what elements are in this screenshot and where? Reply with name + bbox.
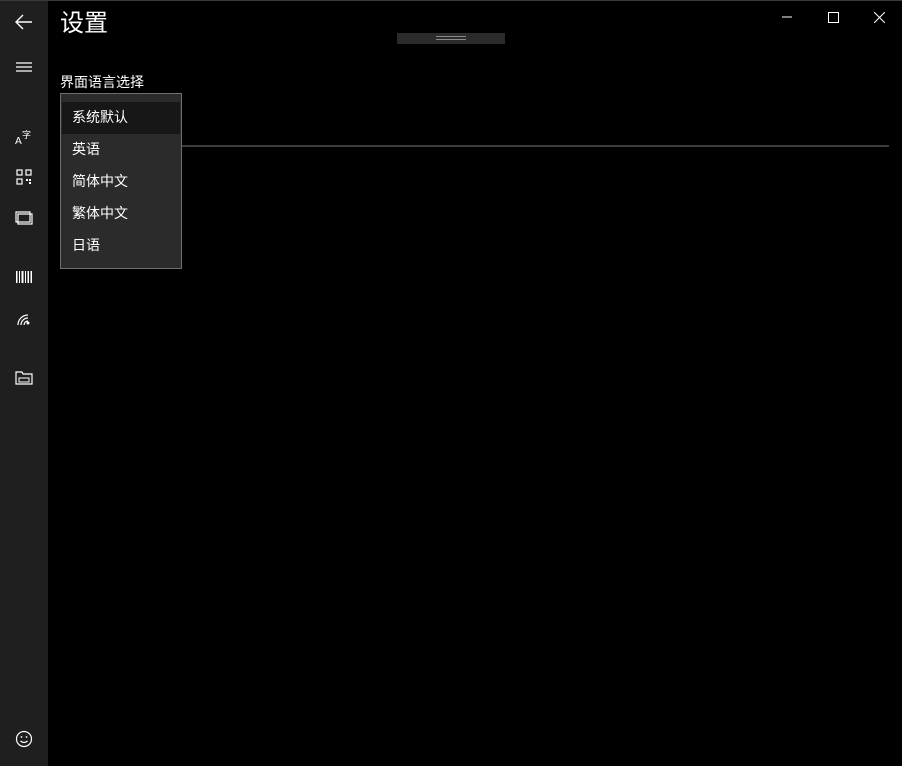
- menu-button[interactable]: [0, 47, 48, 87]
- maximize-icon: [827, 11, 839, 23]
- barcode-icon: [16, 271, 32, 283]
- minimize-button[interactable]: [764, 1, 810, 33]
- close-button[interactable]: [856, 1, 902, 33]
- nav-item-screen[interactable]: [0, 197, 48, 237]
- feedback-button[interactable]: [0, 719, 48, 759]
- minimize-icon: [782, 16, 792, 18]
- hamburger-menu-icon: [16, 62, 32, 72]
- nav-item-translate[interactable]: A 字: [0, 117, 48, 157]
- language-option-system-default[interactable]: 系统默认: [62, 102, 180, 134]
- drag-handle[interactable]: [397, 33, 505, 44]
- screen-capture-icon: [15, 211, 33, 225]
- nav-item-folder[interactable]: [0, 357, 48, 397]
- nav-item-qrcode[interactable]: [0, 157, 48, 197]
- maximize-button[interactable]: [810, 1, 856, 33]
- nav-item-barcode[interactable]: [0, 257, 48, 297]
- language-option-english[interactable]: 英语: [61, 134, 181, 166]
- nav-rail: A 字: [0, 1, 48, 766]
- page-title: 设置: [60, 9, 108, 37]
- qr-code-icon: [16, 169, 32, 185]
- drag-handle-line: [436, 36, 466, 37]
- language-option-traditional-chinese[interactable]: 繁体中文: [61, 198, 181, 230]
- svg-text:A: A: [15, 136, 22, 146]
- language-option-japanese[interactable]: 日语: [61, 230, 181, 262]
- close-icon: [873, 11, 885, 23]
- settings-window: A 字 设置 界面语言选择 系统默认 英语 简体中文 繁体中文 日语: [0, 0, 902, 766]
- svg-text:字: 字: [22, 129, 31, 141]
- smiley-icon: [15, 730, 33, 748]
- back-button[interactable]: [0, 2, 48, 42]
- back-arrow-icon: [15, 14, 32, 30]
- nfc-signal-icon: [17, 314, 30, 326]
- section-divider: [182, 145, 889, 147]
- drag-handle-line: [436, 39, 466, 40]
- folder-icon: [15, 371, 33, 385]
- language-option-simplified-chinese[interactable]: 简体中文: [61, 166, 181, 198]
- language-label: 界面语言选择: [60, 75, 144, 91]
- language-dropdown-list[interactable]: 系统默认 英语 简体中文 繁体中文 日语: [60, 93, 182, 269]
- nav-item-nfc[interactable]: [0, 299, 48, 339]
- text-translate-icon: A 字: [15, 129, 31, 146]
